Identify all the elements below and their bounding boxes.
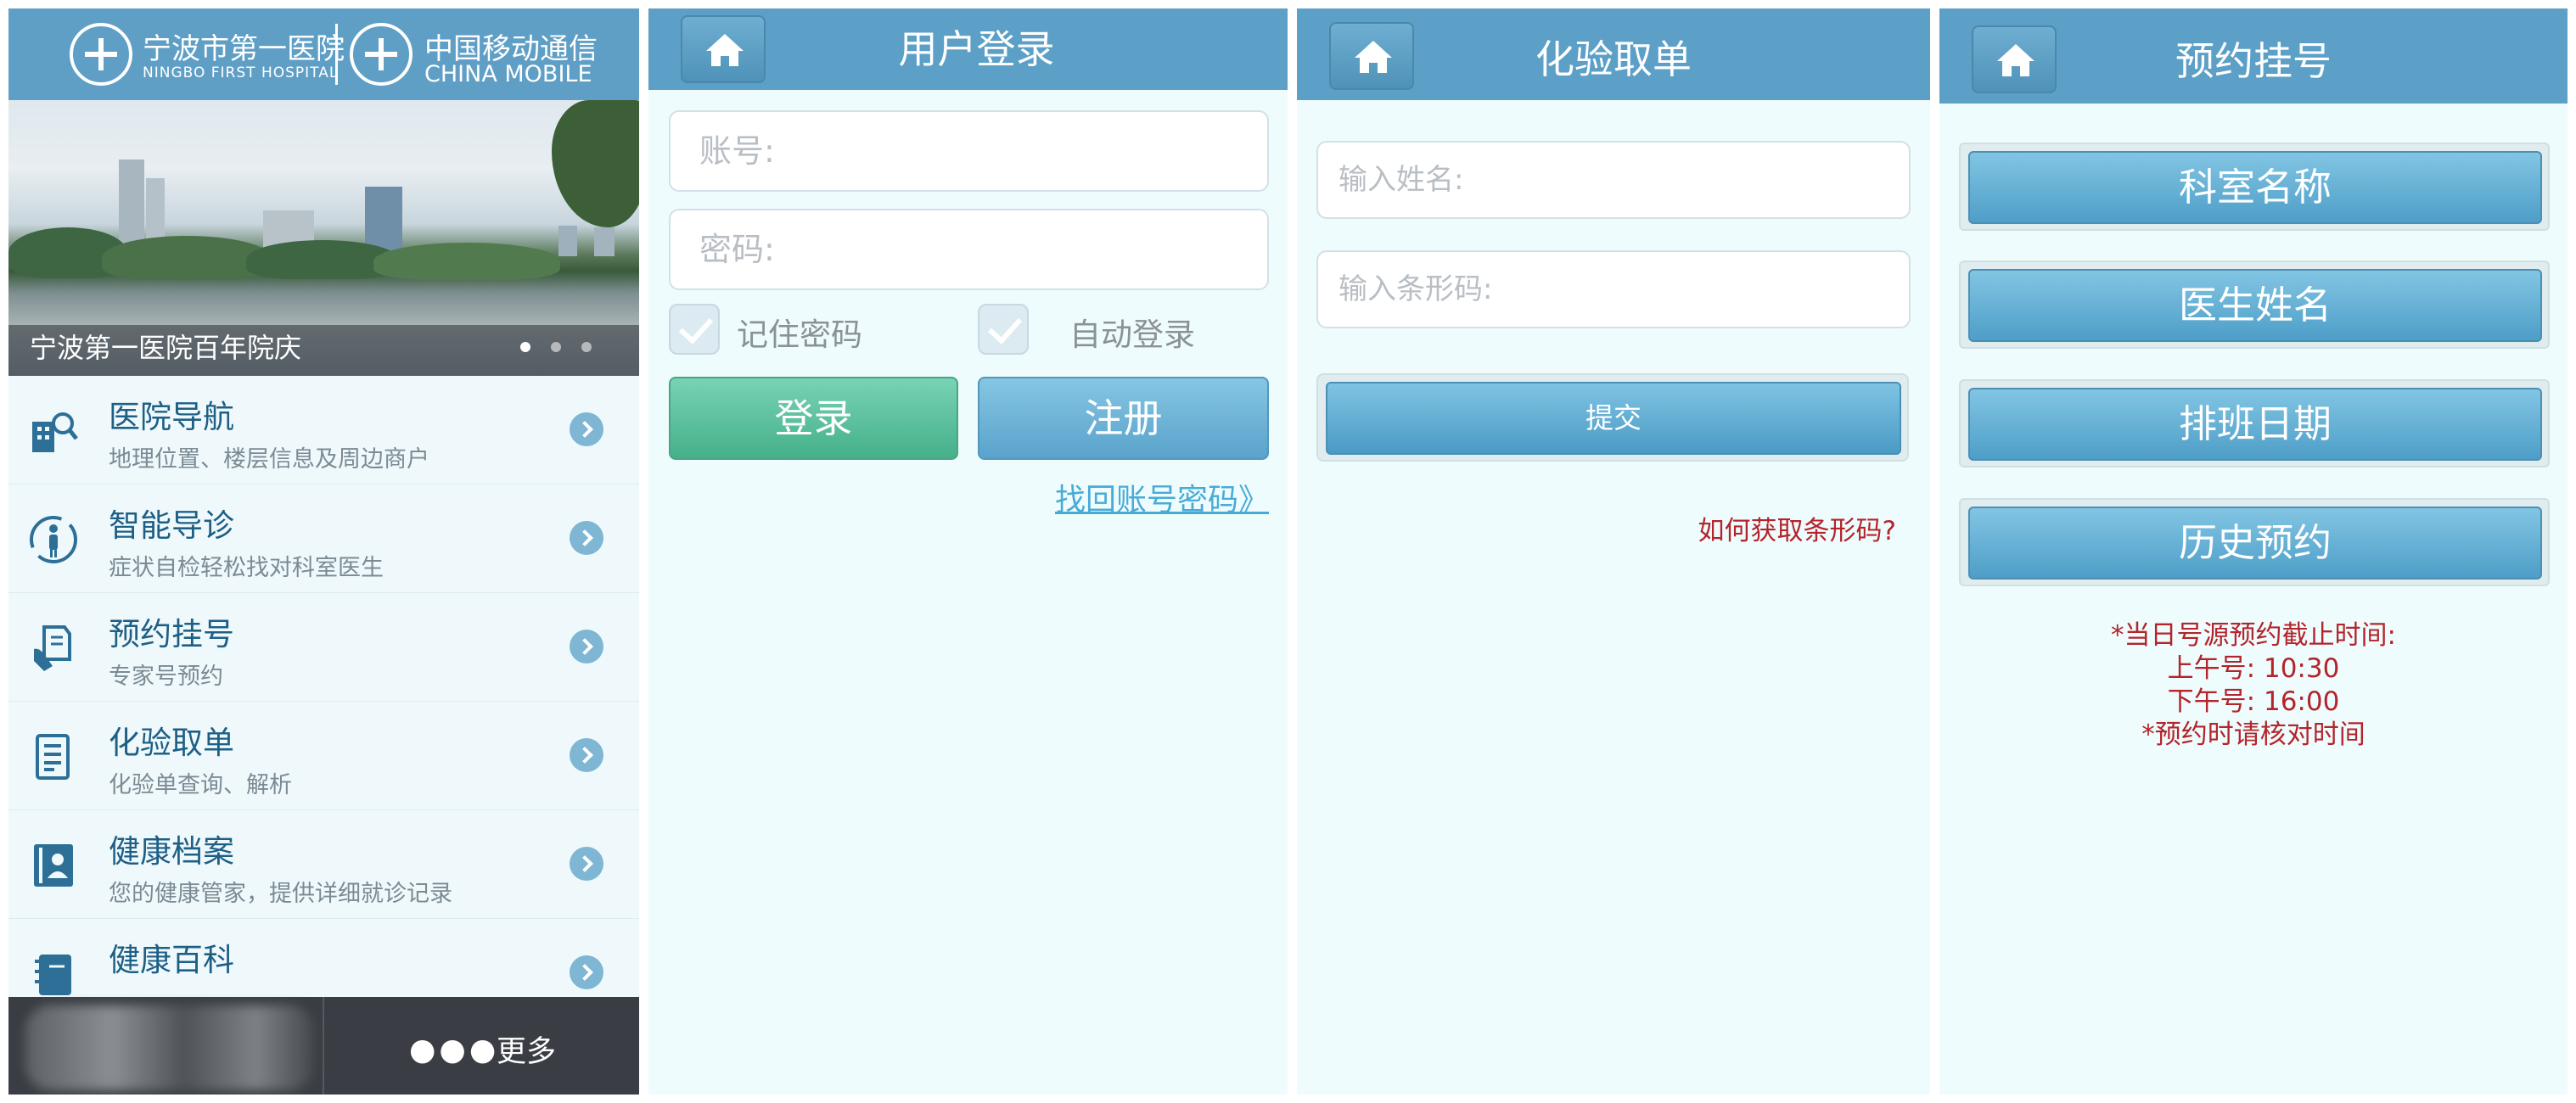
chevron-right-icon — [570, 521, 603, 555]
menu-item-lab-reports[interactable]: 化验取单 化验单查询、解析 — [8, 702, 639, 811]
banner-carousel[interactable]: 宁波第一医院百年院庆 — [8, 100, 639, 376]
profile-book-icon — [34, 844, 73, 887]
more-button[interactable]: 更多 — [497, 1027, 556, 1071]
menu-item-smart-triage[interactable]: 智能导诊 症状自检轻松找对科室医生 — [8, 484, 639, 594]
remember-password-label: 记住密码 — [737, 316, 862, 353]
menu-subtitle: 症状自检轻松找对科室医生 — [109, 555, 384, 581]
login-header: 用户登录 — [648, 8, 1288, 90]
menu-title: 智能导诊 — [109, 507, 234, 544]
menu-subtitle: 化验单查询、解析 — [109, 772, 292, 798]
menu-title: 预约挂号 — [109, 616, 234, 652]
home-icon — [1997, 44, 2034, 76]
notice-line: 上午号: 10:30 — [2167, 653, 2340, 684]
banner-caption-bar: 宁波第一医院百年院庆 — [8, 325, 639, 376]
register-button[interactable]: 注册 — [978, 377, 1269, 460]
chevron-right-icon — [570, 630, 603, 663]
department-button[interactable]: 科室名称 — [1968, 151, 2542, 224]
home-screen: 宁波市第一医院 NINGBO FIRST HOSPITAL 中国移动通信 CHI… — [8, 8, 639, 1095]
remember-password-checkbox[interactable] — [669, 304, 720, 355]
auto-login-checkbox[interactable] — [978, 304, 1029, 355]
carousel-dot[interactable] — [581, 342, 592, 352]
lab-report-screen: 化验取单 提交 如何获取条形码? — [1297, 8, 1930, 1095]
carrier-name-en: CHINA MOBILE — [424, 61, 592, 87]
app-header: 宁波市第一医院 NINGBO FIRST HOSPITAL 中国移动通信 CHI… — [8, 8, 639, 100]
hospital-name: 宁波市第一医院 — [143, 32, 345, 66]
recover-account-link[interactable]: 找回账号密码》 — [1055, 475, 1269, 519]
schedule-button-frame: 排班日期 — [1959, 379, 2550, 468]
auto-login-label: 自动登录 — [1069, 316, 1195, 353]
login-button[interactable]: 登录 — [669, 377, 958, 460]
menu-subtitle: 您的健康管家，提供详细就诊记录 — [109, 881, 452, 907]
menu-title: 健康档案 — [109, 833, 234, 870]
bottom-bar: ●●● 更多 — [8, 997, 639, 1095]
name-field[interactable] — [1316, 141, 1911, 219]
barcode-input[interactable] — [1318, 252, 1909, 327]
account-field[interactable] — [669, 110, 1269, 192]
chevron-right-icon — [570, 412, 603, 446]
chevron-right-icon — [570, 955, 603, 989]
notice-line: *预约时请核对时间 — [2141, 719, 2366, 750]
menu-subtitle: 地理位置、楼层信息及周边商户 — [109, 446, 429, 473]
hospital-name-en: NINGBO FIRST HOSPITAL — [143, 64, 339, 81]
barcode-field[interactable] — [1316, 250, 1911, 328]
menu-title: 医院导航 — [109, 399, 234, 435]
carousel-dot-active[interactable] — [520, 342, 530, 352]
submit-button[interactable]: 提交 — [1326, 382, 1901, 455]
appointment-header: 预约挂号 — [1939, 8, 2568, 104]
account-input[interactable] — [671, 112, 1267, 190]
china-mobile-logo-icon — [350, 23, 412, 86]
hospital-logo-icon — [70, 23, 132, 86]
menu-title: 化验取单 — [109, 725, 234, 761]
password-input[interactable] — [671, 210, 1267, 288]
password-field[interactable] — [669, 209, 1269, 290]
menu-item-hospital-navigation[interactable]: 医院导航 地理位置、楼层信息及周边商户 — [8, 376, 639, 485]
menu-subtitle: 专家号预约 — [109, 663, 223, 690]
body-icon — [30, 516, 77, 563]
name-input[interactable] — [1318, 143, 1909, 217]
notice-line: *当日号源预约截止时间: — [2111, 620, 2396, 651]
chevron-right-icon — [570, 738, 603, 772]
chevron-right-icon — [570, 847, 603, 881]
department-button-frame: 科室名称 — [1959, 143, 2550, 231]
menu-item-appointment[interactable]: 预约挂号 专家号预约 — [8, 593, 639, 703]
home-icon — [706, 34, 744, 66]
lab-header: 化验取单 — [1297, 8, 1930, 100]
logo-divider — [335, 24, 338, 85]
menu-title: 健康百科 — [109, 942, 234, 978]
appointment-screen: 预约挂号 科室名称 医生姓名 排班日期 历史预约 *当日号源预约截止时间: 上午… — [1939, 8, 2568, 1095]
history-button[interactable]: 历史预约 — [1968, 507, 2542, 579]
home-button[interactable] — [1329, 22, 1414, 90]
notebook-icon — [35, 955, 71, 995]
barcode-help-link[interactable]: 如何获取条形码? — [1698, 509, 1896, 547]
notice-line: 下午号: 16:00 — [2167, 686, 2340, 717]
carousel-dot[interactable] — [551, 342, 561, 352]
login-screen: 用户登录 记住密码 自动登录 登录 注册 找回账号密码》 — [648, 8, 1288, 1095]
home-button[interactable] — [1972, 25, 2057, 93]
banner-caption: 宁波第一医院百年院庆 — [30, 332, 302, 364]
hospital-search-icon — [32, 412, 78, 452]
more-dots-icon[interactable]: ●●● — [409, 1033, 499, 1067]
submit-button-frame: 提交 — [1316, 373, 1909, 462]
doctor-button[interactable]: 医生姓名 — [1968, 269, 2542, 342]
schedule-button[interactable]: 排班日期 — [1968, 388, 2542, 461]
document-hand-icon — [34, 625, 71, 671]
report-icon — [36, 734, 70, 780]
home-icon — [1355, 41, 1392, 73]
history-button-frame: 历史预约 — [1959, 498, 2550, 586]
home-button[interactable] — [681, 15, 766, 83]
blurred-region — [25, 1005, 314, 1090]
menu-item-health-records[interactable]: 健康档案 您的健康管家，提供详细就诊记录 — [8, 810, 639, 920]
doctor-button-frame: 医生姓名 — [1959, 260, 2550, 349]
